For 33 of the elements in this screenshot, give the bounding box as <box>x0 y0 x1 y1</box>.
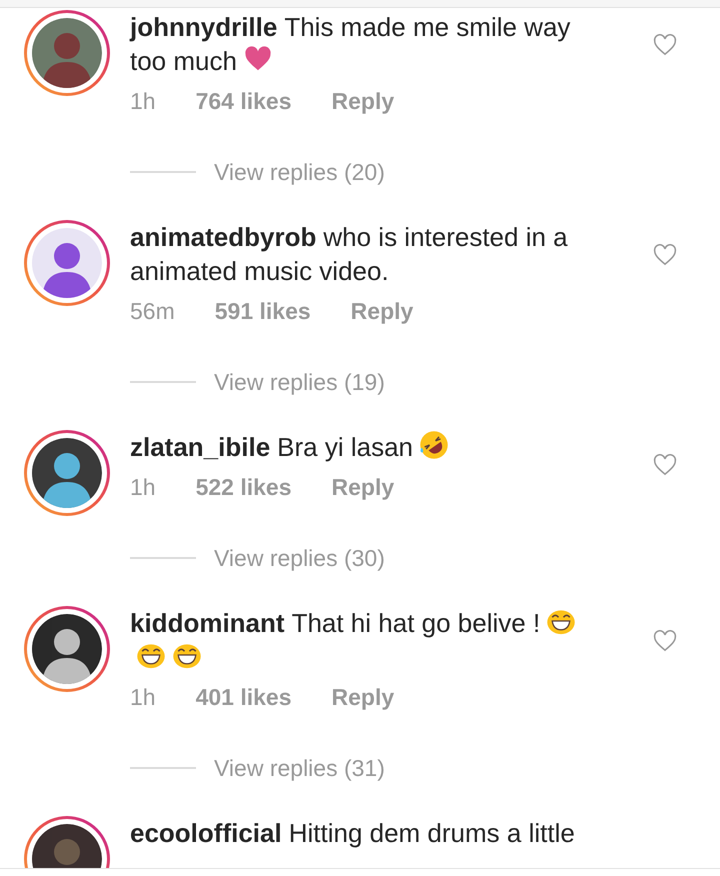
likes-count[interactable]: 401 likes <box>196 682 292 712</box>
like-heart-icon[interactable] <box>652 242 678 268</box>
reply-link[interactable]: Reply <box>332 86 394 116</box>
like-heart-icon[interactable] <box>652 32 678 58</box>
rolling-laughing-face-icon <box>419 430 449 460</box>
username[interactable]: animatedbyrob <box>130 222 316 252</box>
view-replies-link[interactable]: View replies (20) <box>214 157 385 187</box>
comment-text: This made me smile way <box>284 12 570 42</box>
reply-link[interactable]: Reply <box>350 296 414 326</box>
comment-time: 1h <box>130 473 156 502</box>
username[interactable]: johnnydrille <box>130 12 278 42</box>
comment-text: animated music video. <box>130 256 389 286</box>
like-heart-icon[interactable] <box>652 628 678 654</box>
likes-count[interactable]: 764 likes <box>196 86 292 116</box>
likes-count[interactable]: 522 likes <box>196 472 292 502</box>
username[interactable]: zlatan_ibile <box>130 432 270 462</box>
comment-time: 1h <box>130 683 156 712</box>
comment-text: That hi hat go belive ! <box>292 608 540 638</box>
comment-text: Hitting dem drums a little <box>288 818 575 848</box>
reply-link[interactable]: Reply <box>332 682 394 712</box>
view-replies-link[interactable]: View replies (30) <box>214 543 385 573</box>
comment-time: 56m <box>130 297 175 326</box>
username[interactable]: kiddominant <box>130 608 285 638</box>
comment-time: 1h <box>130 87 156 116</box>
like-heart-icon[interactable] <box>652 452 678 478</box>
comment-text: too much <box>130 46 237 76</box>
view-replies-link[interactable]: View replies (31) <box>214 753 385 783</box>
reply-link[interactable]: Reply <box>332 472 394 502</box>
comment-text: Bra yi lasan <box>277 432 413 462</box>
username[interactable]: ecoolofficial <box>130 818 282 848</box>
comment-text: who is interested in a <box>323 222 568 252</box>
view-replies-link[interactable]: View replies (19) <box>214 367 385 397</box>
likes-count[interactable]: 591 likes <box>214 296 311 326</box>
